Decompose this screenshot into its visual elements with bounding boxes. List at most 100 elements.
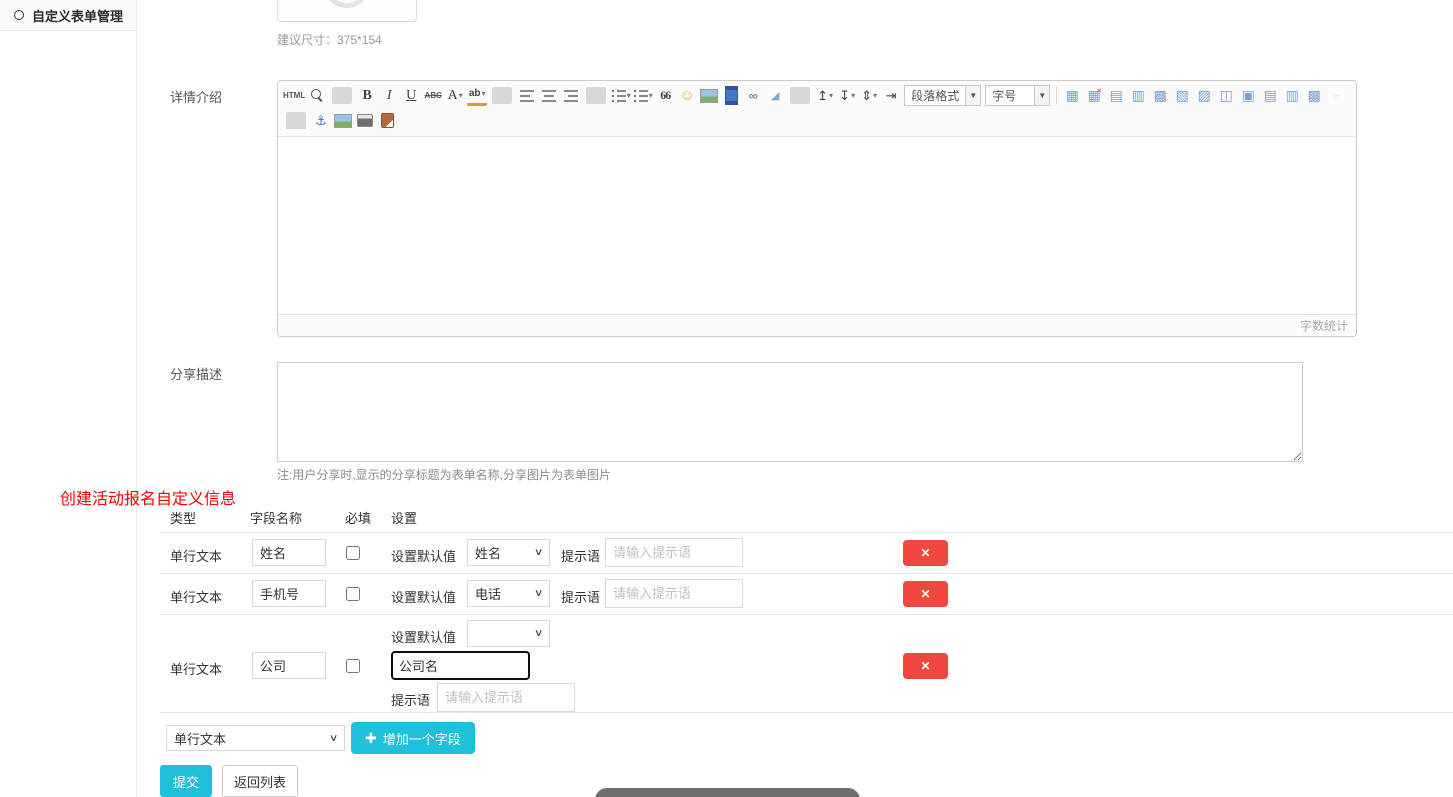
default-value-select[interactable]: 电话 — [467, 580, 550, 607]
insert-video-icon[interactable] — [721, 86, 741, 106]
strikethrough-icon[interactable]: ABC — [423, 86, 443, 106]
unordered-list-icon[interactable] — [633, 86, 653, 106]
add-field-button[interactable]: ✚ 增加一个字段 — [351, 722, 475, 754]
required-checkbox[interactable] — [346, 546, 360, 560]
cell-properties-icon[interactable]: ▥ — [1128, 86, 1148, 106]
preview-icon[interactable] — [307, 86, 327, 106]
field-name-input[interactable] — [252, 539, 326, 566]
insert-table-icon[interactable]: ▦ — [1062, 86, 1082, 106]
hint-label: 提示语 — [561, 546, 600, 565]
table-header-icon[interactable]: ▩ — [1304, 86, 1324, 106]
toast-notification — [595, 788, 860, 797]
paragraph-spacing-top-icon[interactable]: ↥ — [815, 86, 835, 106]
merge-cells-icon[interactable]: ◫ — [1216, 86, 1236, 106]
delete-field-button[interactable]: ✕ — [903, 581, 948, 607]
highlight-color-icon[interactable]: ab — [467, 86, 487, 106]
toolbar-separator — [492, 87, 512, 104]
page: 自定义表单管理 建议尺寸：375*154 详情介绍 HTML BIUABCAab 6… — [0, 0, 1453, 797]
chevron-down-icon: ▼ — [965, 86, 980, 105]
align-right-icon[interactable] — [561, 86, 581, 106]
field-row-type: 单行文本 — [170, 546, 222, 565]
font-size-select[interactable]: 字号 ▼ — [985, 85, 1050, 106]
line-height-icon[interactable]: ⇕ — [859, 86, 879, 106]
indent-icon[interactable]: ⇥ — [881, 86, 901, 106]
row-divider — [160, 712, 1453, 713]
table-disabled-icon[interactable]: ▫ — [1326, 86, 1346, 106]
underline-icon[interactable]: U — [401, 86, 421, 106]
toolbar-separator — [790, 87, 810, 104]
default-value-text-input[interactable] — [391, 651, 530, 680]
sidebar-item-label: 自定义表单管理 — [32, 6, 123, 25]
default-value-label: 设置默认值 — [391, 587, 456, 606]
field-row-type: 单行文本 — [170, 587, 222, 606]
required-checkbox[interactable] — [346, 659, 360, 673]
delete-row-icon[interactable]: ▩ — [1150, 86, 1170, 106]
paragraph-format-select[interactable]: 段落格式 ▼ — [904, 85, 981, 106]
screenshot-icon[interactable] — [333, 111, 353, 131]
html-source-icon[interactable]: HTML — [283, 86, 305, 106]
submit-button[interactable]: 提交 — [160, 765, 212, 797]
field-name-input[interactable] — [252, 580, 326, 607]
field-name-input[interactable] — [252, 652, 326, 679]
delete-field-button[interactable]: ✕ — [903, 653, 948, 679]
anchor-icon[interactable]: ⚓ — [311, 111, 331, 131]
split-cell-icon[interactable]: ▣ — [1238, 86, 1258, 106]
editor-toolbar: HTMLBIUABCAab66☺∞◢↥↧⇕⇥ 段落格式 ▼ 字号 ▼ ▦▦▤▥▩… — [278, 81, 1356, 137]
ordered-list-icon[interactable] — [611, 86, 631, 106]
delete-table-icon[interactable]: ▦ — [1084, 86, 1104, 106]
table-properties-icon[interactable]: ▤ — [1106, 86, 1126, 106]
paste-icon[interactable] — [377, 111, 397, 131]
circle-bullet-icon — [14, 10, 24, 20]
font-color-icon[interactable]: A — [445, 86, 465, 106]
hint-input[interactable] — [605, 579, 743, 608]
close-icon: ✕ — [920, 546, 930, 560]
toolbar-separator — [1056, 87, 1057, 104]
word-count-link[interactable]: 字数统计 — [1300, 317, 1348, 334]
insert-image-icon[interactable] — [699, 86, 719, 106]
default-value-select[interactable] — [467, 620, 550, 647]
delete-field-button[interactable]: ✕ — [903, 540, 948, 566]
bold-icon[interactable]: B — [357, 86, 377, 106]
custom-info-section-title: 创建活动报名自定义信息 — [60, 485, 236, 509]
insert-row-above-icon[interactable]: ▤ — [1260, 86, 1280, 106]
row-divider — [160, 532, 1453, 533]
sidebar-item-custom-form-management[interactable]: 自定义表单管理 — [0, 0, 136, 31]
sidebar: 自定义表单管理 — [0, 0, 137, 797]
paragraph-spacing-bottom-icon[interactable]: ↧ — [837, 86, 857, 106]
toolbar-separator — [332, 87, 352, 104]
default-value-select[interactable]: 姓名 — [467, 539, 550, 566]
remove-format-icon[interactable]: ◢ — [765, 86, 785, 106]
editor-status-bar: 字数统计 — [278, 314, 1356, 336]
row-divider — [160, 614, 1453, 615]
share-description-textarea[interactable] — [277, 362, 1303, 462]
align-left-icon[interactable] — [517, 86, 537, 106]
close-icon: ✕ — [920, 659, 930, 673]
hint-label: 提示语 — [391, 690, 430, 709]
upload-size-hint: 建议尺寸：375*154 — [277, 31, 382, 48]
print-icon[interactable] — [355, 111, 375, 131]
editor-content-area[interactable] — [278, 137, 1356, 314]
insert-column-icon[interactable]: ▧ — [1172, 86, 1192, 106]
column-header-type: 类型 — [170, 508, 196, 527]
back-to-list-button[interactable]: 返回列表 — [222, 765, 298, 797]
share-description-note: 注:用户分享时,显示的分享标题为表单名称,分享图片为表单图片 — [277, 466, 611, 483]
delete-column-icon[interactable]: ▨ — [1194, 86, 1214, 106]
hint-input[interactable] — [605, 538, 743, 567]
required-checkbox[interactable] — [346, 587, 360, 601]
link-icon[interactable]: ∞ — [743, 86, 763, 106]
italic-icon[interactable]: I — [379, 86, 399, 106]
close-icon: ✕ — [920, 587, 930, 601]
editor-toolbar-row2: ⚓ — [282, 108, 1352, 133]
default-value-label: 设置默认值 — [391, 546, 456, 565]
align-center-icon[interactable] — [539, 86, 559, 106]
hint-input[interactable] — [437, 683, 575, 712]
insert-row-below-icon[interactable]: ▥ — [1282, 86, 1302, 106]
column-header-required: 必填 — [345, 508, 371, 527]
plus-icon: ✚ — [365, 730, 377, 747]
detail-intro-label: 详情介绍 — [170, 87, 222, 106]
rich-text-editor: HTMLBIUABCAab66☺∞◢↥↧⇕⇥ 段落格式 ▼ 字号 ▼ ▦▦▤▥▩… — [277, 80, 1357, 337]
hint-label: 提示语 — [561, 587, 600, 606]
emoticon-icon[interactable]: ☺ — [677, 86, 697, 106]
blockquote-icon[interactable]: 66 — [655, 86, 675, 106]
new-field-type-select[interactable]: 单行文本 — [166, 725, 345, 751]
